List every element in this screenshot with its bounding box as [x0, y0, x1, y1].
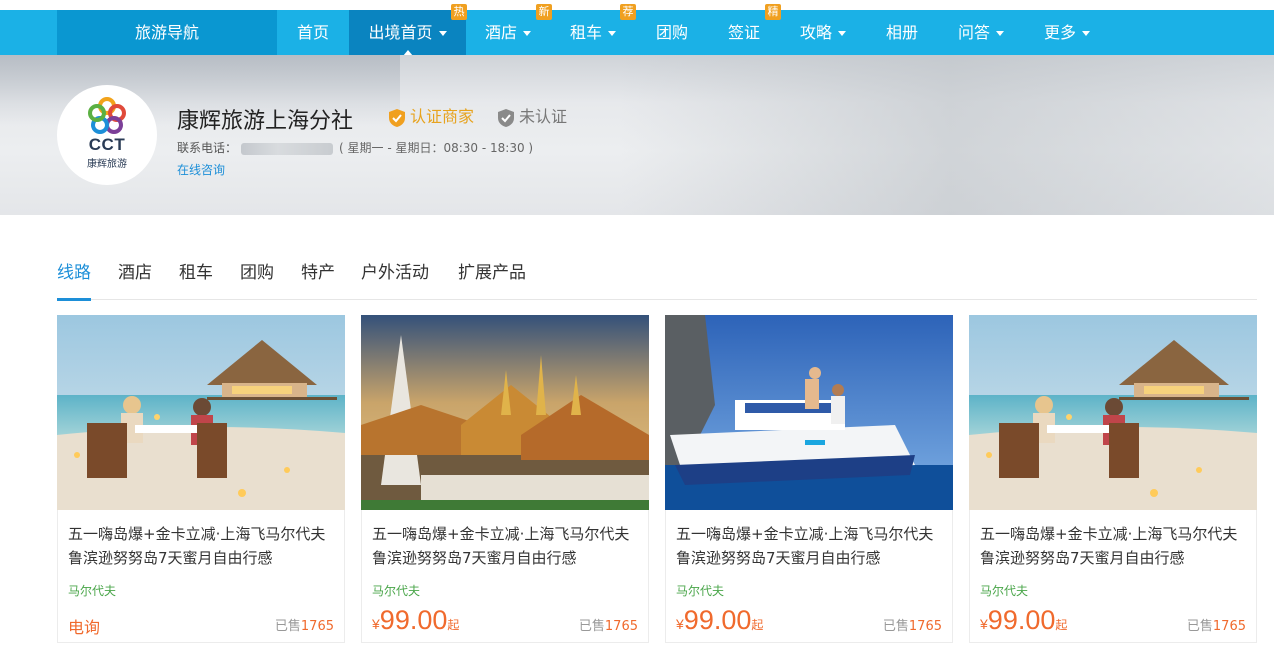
nav-item-guides[interactable]: 攻略: [780, 10, 866, 55]
chevron-down-icon: [438, 31, 447, 36]
price-value: 99.00: [379, 605, 448, 635]
uncertified-badge: 未认证: [497, 107, 567, 128]
price-inquiry: 电询: [68, 618, 101, 637]
online-consult-link[interactable]: 在线咨询: [177, 161, 225, 178]
product-title[interactable]: 五一嗨岛爆+金卡立减·上海飞马尔代夫鲁滨逊努努岛7天蜜月自由行感: [676, 522, 944, 570]
sold-number: 1765: [300, 619, 334, 634]
product-price: ¥99.00起: [980, 605, 1067, 636]
nav-item-qa[interactable]: 问答: [938, 10, 1024, 55]
price-unit: 起: [447, 618, 460, 632]
nav-item-label: 更多: [1043, 23, 1076, 42]
flower-logo-icon: [88, 97, 126, 134]
nav-item-label: 问答: [957, 23, 990, 42]
nav-item-group-buy[interactable]: 团购: [636, 10, 708, 55]
sold-count: 已售1765: [1187, 615, 1246, 634]
sold-label: 已售: [882, 619, 909, 634]
product-card[interactable]: 五一嗨岛爆+金卡立减·上海飞马尔代夫鲁滨逊努努岛7天蜜月自由行感 马尔代夫 ¥9…: [969, 315, 1257, 643]
nav-item-home[interactable]: 首页: [277, 10, 349, 55]
nav-item-label: 相册: [885, 23, 918, 42]
sold-label: 已售: [1186, 619, 1213, 634]
sold-count: 已售1765: [579, 615, 638, 634]
product-image-speedboat[interactable]: [665, 315, 953, 510]
nav-badge-featured: 精: [765, 4, 781, 20]
sold-number: 1765: [1212, 619, 1246, 634]
nav-item-label: 攻略: [799, 23, 832, 42]
sold-number: 1765: [908, 619, 942, 634]
nav-item-label: 酒店: [484, 23, 517, 42]
tab-specialties[interactable]: 特产: [301, 262, 335, 300]
nav-badge-hot: 热: [451, 4, 467, 20]
phone-label: 联系电话：: [177, 141, 238, 155]
nav-item-label: 团购: [655, 23, 688, 42]
sold-number: 1765: [604, 619, 638, 634]
sold-label: 已售: [578, 619, 605, 634]
product-destination: 马尔代夫: [372, 584, 421, 598]
chevron-down-icon: [608, 31, 616, 36]
tab-hotels[interactable]: 酒店: [118, 262, 152, 300]
product-image-beach-dinner[interactable]: [57, 315, 345, 510]
shop-name: 康辉旅游上海分社: [177, 109, 354, 134]
tab-group-buy[interactable]: 团购: [240, 262, 274, 300]
nav-item-visa[interactable]: 签证 精: [708, 4, 781, 55]
product-title[interactable]: 五一嗨岛爆+金卡立减·上海飞马尔代夫鲁滨逊努努岛7天蜜月自由行感: [980, 522, 1248, 570]
product-title[interactable]: 五一嗨岛爆+金卡立减·上海飞马尔代夫鲁滨逊努努岛7天蜜月自由行感: [372, 522, 640, 570]
sold-label: 已售: [274, 619, 301, 634]
tab-routes[interactable]: 线路: [57, 262, 91, 301]
nav-item-car-rental[interactable]: 租车 荐: [550, 4, 636, 55]
nav-item-label: 租车: [569, 23, 602, 42]
product-price: ¥99.00起: [676, 605, 763, 636]
chevron-down-icon: [996, 31, 1004, 36]
nav-badge-recommend: 荐: [620, 4, 636, 20]
nav-item-label: 签证: [727, 23, 760, 42]
nav-item-outbound[interactable]: 出境首页 热: [349, 4, 467, 56]
shield-check-icon: [389, 108, 405, 127]
chevron-down-icon: [838, 31, 846, 36]
price-currency: ¥: [372, 616, 380, 632]
sold-count: 已售1765: [275, 615, 334, 634]
logo-text-brand: 康辉旅游: [87, 159, 127, 170]
product-card[interactable]: 五一嗨岛爆+金卡立减·上海飞马尔代夫鲁滨逊努努岛7天蜜月自由行感 马尔代夫 ¥9…: [665, 315, 953, 643]
shop-header: CCT 康辉旅游 康辉旅游上海分社 认证商家 未认证 联系电话： ( 星期一 - …: [0, 55, 1274, 215]
shop-logo: CCT 康辉旅游: [57, 85, 157, 185]
sold-count: 已售1765: [883, 615, 942, 634]
product-title[interactable]: 五一嗨岛爆+金卡立减·上海飞马尔代夫鲁滨逊努努岛7天蜜月自由行感: [68, 522, 336, 570]
price-currency: ¥: [980, 616, 988, 632]
product-card[interactable]: 五一嗨岛爆+金卡立减·上海飞马尔代夫鲁滨逊努努岛7天蜜月自由行感 马尔代夫 电询…: [57, 315, 345, 643]
chevron-down-icon: [523, 31, 531, 36]
phone-number-redacted: [241, 142, 334, 155]
tab-car-rental[interactable]: 租车: [179, 262, 213, 300]
product-destination: 马尔代夫: [68, 584, 117, 598]
category-tabs: 线路 酒店 租车 团购 特产 户外活动 扩展产品: [57, 262, 1257, 301]
tab-outdoor-activities[interactable]: 户外活动: [361, 262, 429, 300]
price-unit: 起: [1055, 618, 1068, 632]
top-nav: 旅游导航 首页 出境首页 热 酒店 新 租车 荐 团购 签证 精 攻略 相册 问…: [0, 4, 1274, 56]
certified-label: 认证商家: [410, 107, 475, 126]
certified-badge: 认证商家: [388, 107, 474, 128]
product-destination: 马尔代夫: [676, 584, 725, 598]
logo-text-cct: CCT: [88, 135, 126, 154]
nav-item-more[interactable]: 更多: [1024, 10, 1110, 55]
price-value: 99.00: [683, 605, 752, 635]
product-image-temple[interactable]: [361, 315, 649, 510]
nav-item-hotel[interactable]: 酒店 新: [466, 4, 552, 55]
nav-item-label: 出境首页: [368, 23, 433, 42]
business-hours: ( 星期一 - 星期日：08:30 - 18:30 ): [339, 141, 534, 155]
price-currency: ¥: [676, 616, 684, 632]
contact-phone: 联系电话： ( 星期一 - 星期日：08:30 - 18:30 ): [177, 139, 533, 156]
price-unit: 起: [751, 618, 764, 632]
price-value: 99.00: [987, 605, 1056, 635]
shield-check-gray-icon: [498, 108, 514, 127]
chevron-down-icon: [1082, 31, 1090, 36]
tab-extended-products[interactable]: 扩展产品: [458, 262, 526, 300]
uncertified-label: 未认证: [519, 107, 568, 126]
product-image-beach-dinner[interactable]: [969, 315, 1257, 510]
product-destination: 马尔代夫: [980, 584, 1029, 598]
nav-brand[interactable]: 旅游导航: [57, 10, 277, 55]
product-card[interactable]: 五一嗨岛爆+金卡立减·上海飞马尔代夫鲁滨逊努努岛7天蜜月自由行感 马尔代夫 ¥9…: [361, 315, 649, 643]
product-price: ¥99.00起: [372, 605, 459, 636]
nav-item-label: 首页: [296, 23, 329, 42]
nav-item-album[interactable]: 相册: [866, 10, 938, 55]
